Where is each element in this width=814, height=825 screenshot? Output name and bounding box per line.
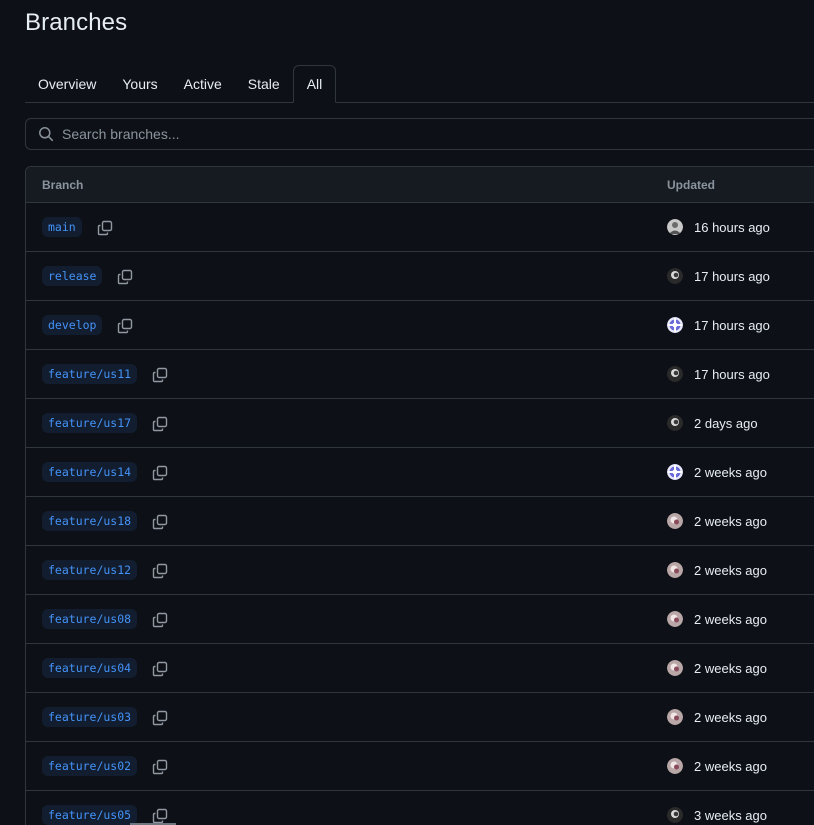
table-row: feature/us12 2 weeks ago: [26, 546, 814, 595]
tab-yours[interactable]: Yours: [109, 65, 170, 102]
copy-icon[interactable]: [151, 513, 169, 531]
table-row: feature/us02 2 weeks ago: [26, 742, 814, 791]
avatar[interactable]: [667, 758, 683, 774]
branch-name-link[interactable]: feature/us02: [42, 756, 138, 776]
avatar[interactable]: [667, 611, 683, 627]
copy-icon[interactable]: [151, 415, 169, 433]
branch-name-link[interactable]: feature/us05: [42, 805, 138, 825]
branch-name-link[interactable]: main: [42, 217, 82, 237]
avatar[interactable]: [667, 562, 683, 578]
branch-name-link[interactable]: feature/us14: [42, 462, 138, 482]
updated-time: 2 weeks ago: [694, 563, 767, 578]
table-row: release 17 hours ago: [26, 252, 814, 301]
updated-time: 2 weeks ago: [694, 710, 767, 725]
copy-icon[interactable]: [116, 317, 134, 335]
table-body: main 16 hours ago release 17 hours ago devel…: [26, 203, 814, 825]
branch-name-link[interactable]: develop: [42, 315, 103, 335]
updated-time: 2 weeks ago: [694, 465, 767, 480]
updated-time: 17 hours ago: [694, 318, 770, 333]
tab-stale[interactable]: Stale: [235, 65, 293, 102]
tab-all[interactable]: All: [292, 65, 337, 103]
table-row: main 16 hours ago: [26, 203, 814, 252]
copy-icon[interactable]: [151, 366, 169, 384]
avatar[interactable]: [667, 317, 683, 333]
avatar[interactable]: [667, 268, 683, 284]
avatar[interactable]: [667, 709, 683, 725]
updated-time: 16 hours ago: [694, 220, 770, 235]
table-row: feature/us03 2 weeks ago: [26, 693, 814, 742]
tab-overview[interactable]: Overview: [25, 65, 109, 102]
copy-icon[interactable]: [116, 268, 134, 286]
copy-icon[interactable]: [151, 758, 169, 776]
branch-name-link[interactable]: feature/us18: [42, 511, 138, 531]
copy-icon[interactable]: [96, 219, 114, 237]
copy-icon[interactable]: [151, 464, 169, 482]
table-row: feature/us11 17 hours ago: [26, 350, 814, 399]
copy-icon[interactable]: [151, 709, 169, 727]
search-icon: [38, 126, 54, 142]
updated-time: 2 weeks ago: [694, 759, 767, 774]
updated-time: 17 hours ago: [694, 367, 770, 382]
avatar[interactable]: [667, 464, 683, 480]
table-row: feature/us18 2 weeks ago: [26, 497, 814, 546]
avatar[interactable]: [667, 660, 683, 676]
table-row: feature/us08 2 weeks ago: [26, 595, 814, 644]
avatar[interactable]: [667, 807, 683, 823]
updated-time: 2 weeks ago: [694, 514, 767, 529]
table-row: feature/us14 2 weeks ago: [26, 448, 814, 497]
updated-time: 2 days ago: [694, 416, 758, 431]
avatar[interactable]: [667, 366, 683, 382]
search-input[interactable]: [62, 126, 762, 142]
table-row: feature/us04 2 weeks ago: [26, 644, 814, 693]
branch-name-link[interactable]: release: [42, 266, 103, 286]
page-title: Branches: [25, 9, 128, 36]
branch-name-link[interactable]: feature/us03: [42, 707, 138, 727]
branch-tabs: Overview Yours Active Stale All: [25, 65, 814, 103]
branch-name-link[interactable]: feature/us17: [42, 413, 138, 433]
table-row: feature/us17 2 days ago: [26, 399, 814, 448]
updated-time: 2 weeks ago: [694, 661, 767, 676]
avatar[interactable]: [667, 415, 683, 431]
avatar[interactable]: [667, 219, 683, 235]
branches-page: Branches Overview Yours Active Stale All…: [0, 0, 814, 825]
updated-time: 3 weeks ago: [694, 808, 767, 823]
tab-active[interactable]: Active: [171, 65, 235, 102]
table-row: feature/us05 3 weeks ago: [26, 791, 814, 825]
updated-time: 17 hours ago: [694, 269, 770, 284]
copy-icon[interactable]: [151, 611, 169, 629]
branch-name-link[interactable]: feature/us12: [42, 560, 138, 580]
avatar[interactable]: [667, 513, 683, 529]
copy-icon[interactable]: [151, 660, 169, 678]
column-header-updated: Updated: [667, 178, 715, 192]
branch-name-link[interactable]: feature/us04: [42, 658, 138, 678]
table-header: Branch Updated: [26, 167, 814, 203]
column-header-branch: Branch: [42, 178, 84, 192]
branches-table: Branch Updated main 16 hours ago release 17…: [25, 166, 814, 825]
copy-icon[interactable]: [151, 562, 169, 580]
branch-name-link[interactable]: feature/us08: [42, 609, 138, 629]
search-box: [25, 118, 814, 150]
updated-time: 2 weeks ago: [694, 612, 767, 627]
branch-name-link[interactable]: feature/us11: [42, 364, 138, 384]
table-row: develop 17 hours ago: [26, 301, 814, 350]
